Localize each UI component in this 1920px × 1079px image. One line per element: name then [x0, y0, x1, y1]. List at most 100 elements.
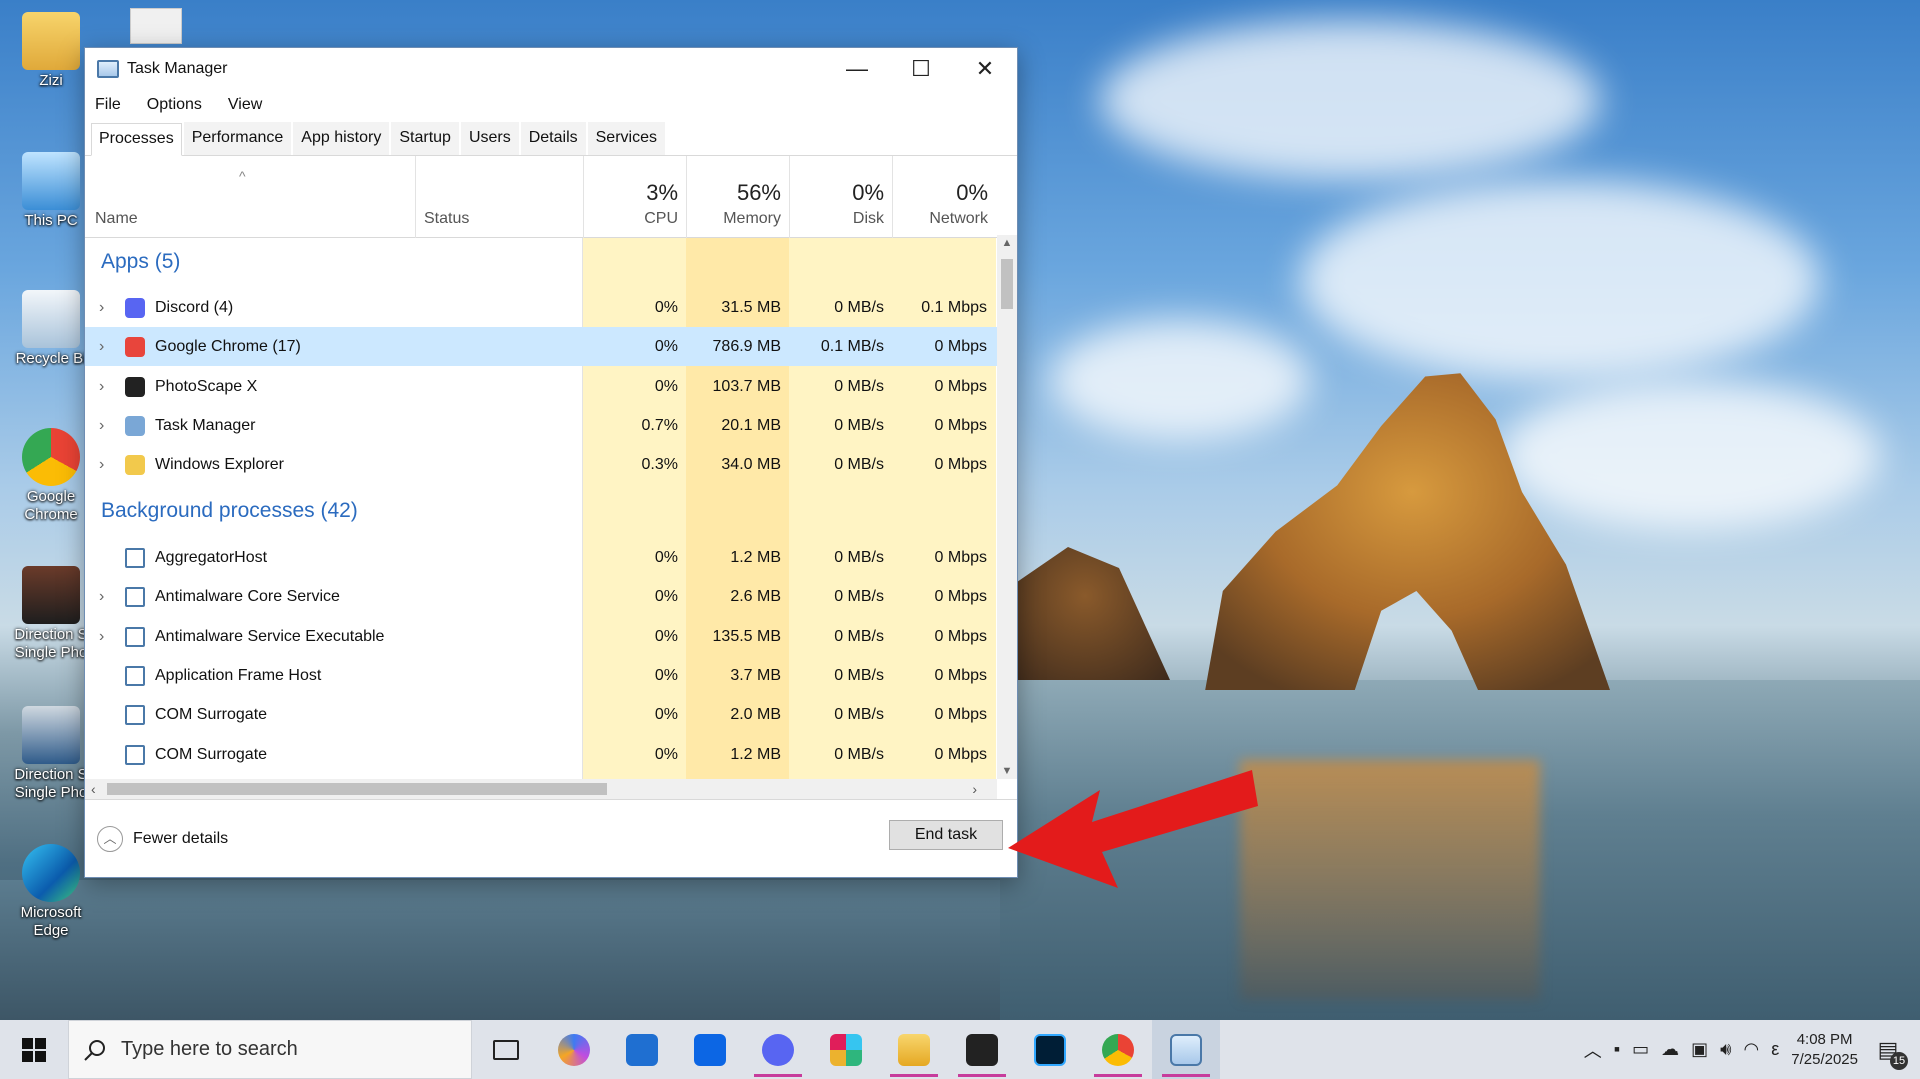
process-row[interactable]: › Google Chrome (17) 0% 786.9 MB 0.1 MB/s 0 M…: [85, 327, 997, 367]
column-header-name[interactable]: ^ Name: [85, 156, 415, 238]
expand-chevron-icon[interactable]: ›: [99, 445, 104, 484]
process-name: AggregatorHost: [155, 549, 268, 566]
process-network: 0 Mbps: [934, 745, 987, 763]
process-row[interactable]: Application Frame Host 0% 3.7 MB 0 MB/s 0 Mb…: [85, 656, 997, 695]
column-header-network[interactable]: 0% Network: [892, 156, 996, 238]
task-view-button[interactable]: [472, 1020, 540, 1079]
running-indicator: [1094, 1074, 1142, 1077]
process-name: Task Manager: [155, 416, 256, 434]
expand-chevron-icon[interactable]: ›: [99, 577, 104, 616]
menu-options[interactable]: Options: [147, 96, 202, 114]
desktop-icon-edge[interactable]: Microsoft Edge: [6, 844, 96, 940]
tab-users[interactable]: Users: [460, 122, 519, 155]
start-button[interactable]: [0, 1020, 68, 1079]
close-button[interactable]: ✕: [953, 48, 1017, 90]
tab-bar: Processes Performance App history Startu…: [85, 120, 1017, 156]
notification-center-button[interactable]: ▤ 15: [1870, 1032, 1908, 1070]
scroll-left-icon[interactable]: ‹: [91, 779, 96, 799]
volume-icon[interactable]: 🔊︎: [1720, 1039, 1731, 1060]
taskbar-file-explorer[interactable]: [880, 1020, 948, 1079]
taskbar-task-manager[interactable]: [1152, 1020, 1220, 1079]
tray-device-icon[interactable]: ▭: [1632, 1039, 1649, 1060]
column-header-memory[interactable]: 56% Memory: [686, 156, 789, 238]
scroll-up-icon[interactable]: ▲: [997, 237, 1017, 249]
column-header-row: ^ Name Status 3% CPU 56% Memory 0% Disk …: [85, 156, 1017, 238]
tab-startup[interactable]: Startup: [391, 122, 459, 155]
process-row[interactable]: › Task Manager 0.7% 20.1 MB 0 MB/s 0 Mbps: [85, 406, 997, 445]
language-indicator[interactable]: ε: [1771, 1039, 1779, 1060]
scroll-right-icon[interactable]: ›: [972, 779, 977, 799]
expand-chevron-icon[interactable]: ›: [99, 367, 104, 406]
menu-view[interactable]: View: [228, 96, 262, 114]
fewer-details-button[interactable]: ︿ Fewer details: [97, 826, 228, 852]
process-memory: 31.5 MB: [721, 299, 781, 316]
taskbar-store[interactable]: [608, 1020, 676, 1079]
taskbar-chrome[interactable]: [1084, 1020, 1152, 1079]
process-row[interactable]: › Antimalware Service Executable 0% 135.5 M…: [85, 617, 997, 656]
process-disk: 0 MB/s: [834, 588, 884, 606]
desktop-icon-chrome[interactable]: Google Chrome: [6, 428, 96, 524]
desktop-icon-user[interactable]: Zizi: [6, 12, 96, 90]
tray-meet-icon[interactable]: ▣: [1691, 1039, 1708, 1060]
horizontal-scroll-thumb[interactable]: [107, 783, 607, 795]
taskbar-slack[interactable]: [812, 1020, 880, 1079]
process-cpu: 0%: [654, 549, 678, 566]
cloud: [1100, 20, 1600, 180]
process-row[interactable]: › Windows Explorer 0.3% 34.0 MB 0 MB/s 0 Mbps: [85, 445, 997, 484]
menu-file[interactable]: File: [95, 96, 121, 114]
maximize-button[interactable]: ☐: [889, 48, 953, 90]
expand-chevron-icon[interactable]: ›: [99, 288, 104, 327]
taskbar-copilot[interactable]: [540, 1020, 608, 1079]
desktop-icon-label: Recycle Bi: [15, 350, 87, 367]
memory-label: Memory: [723, 210, 781, 227]
desktop-icon-file-2[interactable]: Direction S Single Pho: [6, 706, 96, 802]
process-list: Apps (5) › Discord (4) 0% 31.5 MB 0 MB/s 0.1 …: [85, 238, 1017, 782]
notification-count-badge: 15: [1890, 1051, 1908, 1070]
onedrive-icon[interactable]: ☁: [1661, 1039, 1679, 1060]
expand-chevron-icon[interactable]: ›: [99, 406, 104, 445]
tab-processes[interactable]: Processes: [91, 123, 182, 156]
taskbar-trello[interactable]: [676, 1020, 744, 1079]
process-memory: 34.0 MB: [721, 456, 781, 474]
process-row[interactable]: › Discord (4) 0% 31.5 MB 0 MB/s 0.1 Mbps: [85, 288, 997, 327]
system-tray: ︿ ▪ ▭ ☁ ▣ 🔊︎ ◠ ε 4:08 PM 7/25/2025 ▤ 15: [1584, 1020, 1920, 1079]
vertical-scrollbar[interactable]: ▲ ▼: [997, 235, 1017, 779]
task-manager-window: Task Manager — ☐ ✕ File Options View Pro…: [84, 47, 1018, 878]
tab-details[interactable]: Details: [520, 122, 586, 155]
taskbar-photoshop[interactable]: [1016, 1020, 1084, 1079]
desktop-file-thumbnail[interactable]: [130, 8, 182, 44]
process-row[interactable]: COM Surrogate 0% 2.0 MB 0 MB/s 0 Mbps: [85, 695, 997, 734]
taskbar-photoscape[interactable]: [948, 1020, 1016, 1079]
process-row[interactable]: COM Surrogate 0% 1.2 MB 0 MB/s 0 Mbps: [85, 735, 997, 774]
clock[interactable]: 4:08 PM 7/25/2025: [1791, 1030, 1858, 1070]
process-network: 0 Mbps: [934, 706, 987, 724]
process-row[interactable]: AggregatorHost 0% 1.2 MB 0 MB/s 0 Mbps: [85, 538, 997, 577]
minimize-button[interactable]: —: [825, 48, 889, 90]
expand-chevron-icon[interactable]: ›: [99, 617, 104, 656]
show-hidden-icons-icon[interactable]: ︿: [1584, 1037, 1602, 1063]
horizontal-scrollbar[interactable]: ‹ ›: [85, 779, 997, 799]
running-indicator: [1162, 1074, 1210, 1077]
column-header-cpu[interactable]: 3% CPU: [583, 156, 686, 238]
expand-chevron-icon[interactable]: ›: [99, 327, 104, 366]
taskbar-discord[interactable]: [744, 1020, 812, 1079]
process-network: 0 Mbps: [934, 549, 987, 566]
vertical-scroll-thumb[interactable]: [1001, 259, 1013, 309]
taskbar-search-box[interactable]: Type here to search: [68, 1020, 472, 1079]
column-header-disk[interactable]: 0% Disk: [789, 156, 892, 238]
title-bar[interactable]: Task Manager — ☐ ✕: [85, 48, 1017, 90]
image-file-icon: [22, 566, 80, 624]
process-row[interactable]: › Antimalware Core Service 0% 2.6 MB 0 MB/s 0…: [85, 577, 997, 616]
desktop-icon-file-1[interactable]: Direction S Single Pho: [6, 566, 96, 662]
tab-app-history[interactable]: App history: [293, 122, 390, 155]
tray-app-icon[interactable]: ▪: [1614, 1039, 1620, 1060]
process-network: 0 Mbps: [934, 627, 987, 645]
tab-services[interactable]: Services: [587, 122, 665, 155]
wifi-icon[interactable]: ◠: [1744, 1039, 1760, 1060]
process-row[interactable]: › PhotoScape X 0% 103.7 MB 0 MB/s 0 Mbps: [85, 367, 997, 406]
desktop-icon-this-pc[interactable]: This PC: [6, 152, 96, 230]
end-task-button[interactable]: End task: [889, 820, 1003, 850]
tab-performance[interactable]: Performance: [183, 122, 292, 155]
column-header-status[interactable]: Status: [415, 156, 583, 238]
desktop-icon-recycle-bin[interactable]: Recycle Bi: [6, 290, 96, 368]
